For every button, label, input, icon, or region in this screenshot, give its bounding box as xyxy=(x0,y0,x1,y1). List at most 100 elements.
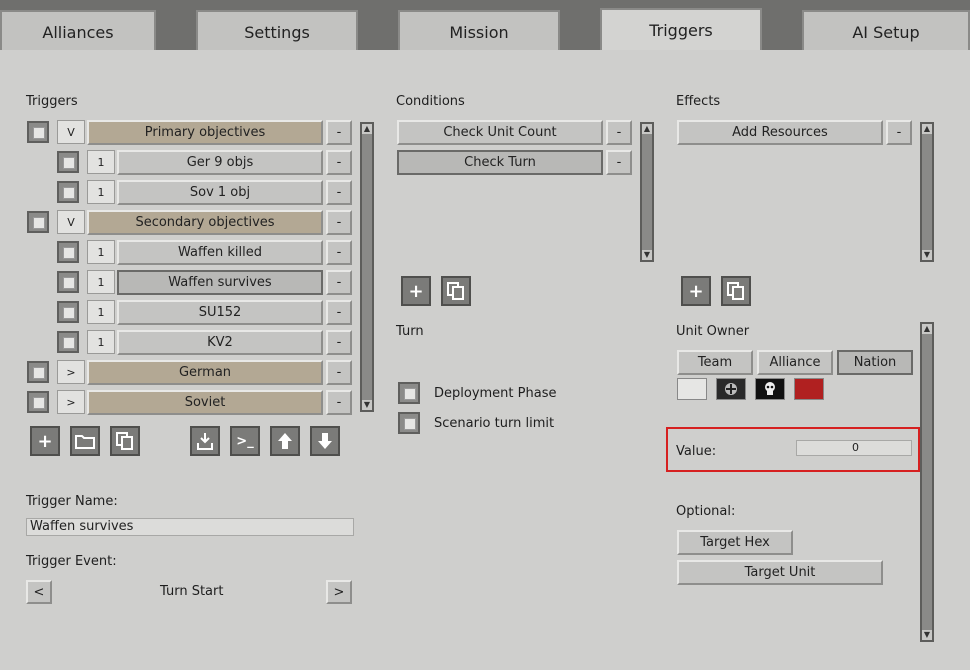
trigger-enabled-checkbox[interactable] xyxy=(27,391,49,413)
copy-icon[interactable] xyxy=(441,276,471,306)
scroll-up-icon[interactable]: ▲ xyxy=(362,124,372,134)
flag-soviet[interactable] xyxy=(794,378,824,400)
effects-heading: Effects xyxy=(676,94,721,109)
remove-trigger-button[interactable]: - xyxy=(326,390,352,415)
triggers-scrollbar[interactable]: ▲ ▼ xyxy=(360,122,374,412)
trigger-row-label[interactable]: German xyxy=(87,360,323,385)
remove-condition-button[interactable]: - xyxy=(606,150,632,175)
remove-trigger-button[interactable]: - xyxy=(326,150,352,175)
trigger-toggle[interactable]: > xyxy=(57,390,85,414)
remove-trigger-button[interactable]: - xyxy=(326,330,352,355)
trigger-enabled-checkbox[interactable] xyxy=(27,211,49,233)
tab-settings[interactable]: Settings xyxy=(196,10,358,50)
trigger-toggle[interactable]: 1 xyxy=(87,180,115,204)
value-highlight xyxy=(666,427,920,472)
flag-germany[interactable] xyxy=(716,378,746,400)
trigger-enabled-checkbox[interactable] xyxy=(57,301,79,323)
trigger-enabled-checkbox[interactable] xyxy=(57,331,79,353)
tab-bar: Alliances Settings Mission Triggers AI S… xyxy=(0,0,970,52)
deployment-phase-checkbox[interactable] xyxy=(398,382,420,404)
trigger-enabled-checkbox[interactable] xyxy=(57,241,79,263)
up-arrow-icon[interactable] xyxy=(270,426,300,456)
remove-condition-button[interactable]: - xyxy=(606,120,632,145)
owner-team-button[interactable]: Team xyxy=(677,350,753,375)
owner-nation-button[interactable]: Nation xyxy=(837,350,913,375)
event-next-button[interactable]: > xyxy=(326,580,352,604)
trigger-row-label[interactable]: Ger 9 objs xyxy=(117,150,323,175)
remove-effect-button[interactable]: - xyxy=(886,120,912,145)
trigger-enabled-checkbox[interactable] xyxy=(27,361,49,383)
trigger-name-label: Trigger Name: xyxy=(26,494,118,509)
scenario-turn-limit-checkbox[interactable] xyxy=(398,412,420,434)
flag-neutral[interactable] xyxy=(677,378,707,400)
trigger-toggle[interactable]: 1 xyxy=(87,150,115,174)
scroll-down-icon[interactable]: ▼ xyxy=(922,630,932,640)
unit-owner-heading: Unit Owner xyxy=(676,324,750,339)
trigger-row-label[interactable]: Soviet xyxy=(87,390,323,415)
turn-heading: Turn xyxy=(396,324,424,339)
owner-alliance-button[interactable]: Alliance xyxy=(757,350,833,375)
target-hex-button[interactable]: Target Hex xyxy=(677,530,793,555)
import-icon[interactable] xyxy=(190,426,220,456)
remove-trigger-button[interactable]: - xyxy=(326,270,352,295)
trigger-row-label[interactable]: SU152 xyxy=(117,300,323,325)
flag-skull[interactable] xyxy=(755,378,785,400)
remove-trigger-button[interactable]: - xyxy=(326,210,352,235)
target-unit-button[interactable]: Target Unit xyxy=(677,560,883,585)
trigger-event-label: Trigger Event: xyxy=(26,554,117,569)
trigger-toggle[interactable]: V xyxy=(57,210,85,234)
trigger-row-label[interactable]: Sov 1 obj xyxy=(117,180,323,205)
effect-add-resources[interactable]: Add Resources xyxy=(677,120,883,145)
copy-icon[interactable] xyxy=(721,276,751,306)
scroll-up-icon[interactable]: ▲ xyxy=(922,124,932,134)
console-icon[interactable]: >_ xyxy=(230,426,260,456)
add-effect-button[interactable]: + xyxy=(681,276,711,306)
remove-trigger-button[interactable]: - xyxy=(326,120,352,145)
optional-heading: Optional: xyxy=(676,504,736,519)
down-arrow-icon[interactable] xyxy=(310,426,340,456)
trigger-toggle[interactable]: > xyxy=(57,360,85,384)
trigger-toggle[interactable]: 1 xyxy=(87,270,115,294)
folder-icon[interactable] xyxy=(70,426,100,456)
condition-check-unit-count[interactable]: Check Unit Count xyxy=(397,120,603,145)
deployment-phase-label: Deployment Phase xyxy=(434,386,557,401)
event-prev-button[interactable]: < xyxy=(26,580,52,604)
condition-check-turn[interactable]: Check Turn xyxy=(397,150,603,175)
effects-scrollbar[interactable]: ▲ ▼ xyxy=(920,122,934,262)
triggers-heading: Triggers xyxy=(26,94,78,109)
scroll-down-icon[interactable]: ▼ xyxy=(362,400,372,410)
trigger-toggle[interactable]: 1 xyxy=(87,330,115,354)
remove-trigger-button[interactable]: - xyxy=(326,180,352,205)
trigger-row-label[interactable]: Secondary objectives xyxy=(87,210,323,235)
trigger-toggle[interactable]: 1 xyxy=(87,240,115,264)
tab-triggers[interactable]: Triggers xyxy=(600,8,762,52)
copy-icon[interactable] xyxy=(110,426,140,456)
trigger-row-label[interactable]: Waffen killed xyxy=(117,240,323,265)
trigger-row-label[interactable]: Primary objectives xyxy=(87,120,323,145)
scroll-down-icon[interactable]: ▼ xyxy=(922,250,932,260)
effect-options-scrollbar[interactable]: ▲ ▼ xyxy=(920,322,934,642)
remove-trigger-button[interactable]: - xyxy=(326,240,352,265)
trigger-enabled-checkbox[interactable] xyxy=(57,151,79,173)
remove-trigger-button[interactable]: - xyxy=(326,360,352,385)
scenario-turn-limit-label: Scenario turn limit xyxy=(434,416,555,431)
remove-trigger-button[interactable]: - xyxy=(326,300,352,325)
trigger-toggle[interactable]: V xyxy=(57,120,85,144)
scroll-down-icon[interactable]: ▼ xyxy=(642,250,652,260)
tab-mission[interactable]: Mission xyxy=(398,10,560,50)
add-trigger-button[interactable]: + xyxy=(30,426,60,456)
trigger-enabled-checkbox[interactable] xyxy=(57,271,79,293)
tab-alliances[interactable]: Alliances xyxy=(0,10,156,50)
tab-ai-setup[interactable]: AI Setup xyxy=(802,10,970,50)
conditions-heading: Conditions xyxy=(396,94,465,109)
trigger-toggle[interactable]: 1 xyxy=(87,300,115,324)
add-condition-button[interactable]: + xyxy=(401,276,431,306)
trigger-row-label[interactable]: Waffen survives xyxy=(117,270,323,295)
conditions-scrollbar[interactable]: ▲ ▼ xyxy=(640,122,654,262)
trigger-name-field[interactable]: Waffen survives xyxy=(26,518,354,536)
trigger-enabled-checkbox[interactable] xyxy=(27,121,49,143)
scroll-up-icon[interactable]: ▲ xyxy=(642,124,652,134)
scroll-up-icon[interactable]: ▲ xyxy=(922,324,932,334)
trigger-enabled-checkbox[interactable] xyxy=(57,181,79,203)
trigger-row-label[interactable]: KV2 xyxy=(117,330,323,355)
